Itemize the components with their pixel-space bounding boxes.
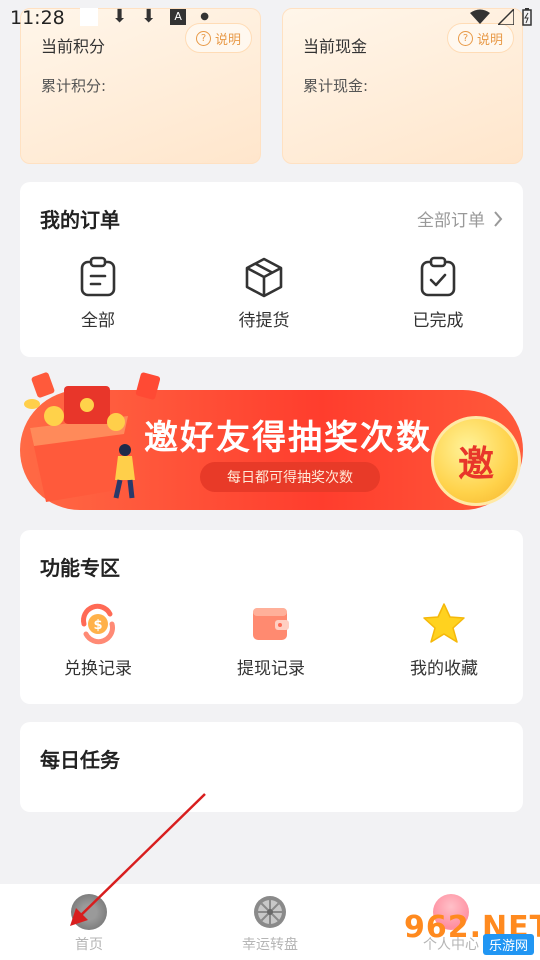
notification-square-icon [80,7,98,26]
status-system-icons [470,8,532,26]
dot-icon: ● [200,11,209,22]
points-title: 当前积分 [41,37,106,56]
wallet-icon [253,608,289,640]
battery-icon [522,8,532,26]
cash-accumulated: 累计现金: [303,77,369,95]
order-tab-pending-pickup[interactable]: 待提货 [204,256,324,331]
download-icon-2: ⬇ [141,6,157,27]
banner-subline: 每日都可得抽奖次数 [200,462,380,492]
all-orders-label: 全部订单 [417,211,485,231]
order-tab-completed-label: 已完成 [412,311,464,331]
tab-lucky-wheel-label: 幸运转盘 [242,937,298,953]
status-notification-icons: ⬇ ⬇ A ● [80,6,209,27]
coin-exchange-icon: $ [81,603,115,645]
star-icon [423,603,465,643]
orders-card: 我的订单 全部订单 全部 待提货 已完成 [20,182,523,357]
status-time: 11:28 [10,7,65,29]
tab-lucky-wheel[interactable]: 幸运转盘 [215,894,325,954]
daily-tasks-title: 每日任务 [40,748,120,772]
banner-headline: 邀好友得抽奖次数 [144,418,432,458]
all-orders-link[interactable]: 全部订单 [417,206,503,231]
feature-withdraw-records[interactable]: 提现记录 [211,602,331,679]
a-badge-icon: A [170,8,187,25]
daily-tasks-card[interactable]: 每日任务 [20,722,523,812]
feature-withdraw-label: 提现记录 [237,659,305,679]
feature-my-favorites[interactable]: 我的收藏 [384,602,504,679]
orders-title: 我的订单 [40,208,120,232]
feature-favorites-label: 我的收藏 [410,659,478,679]
chevron-right-icon [494,210,503,227]
site-watermark: 962.NET 乐游网 [404,910,540,955]
cash-title: 当前现金 [303,37,368,56]
clipboard-check-icon [420,256,456,297]
lucky-wheel-icon [254,896,286,928]
signal-icon [498,9,514,25]
order-tab-completed[interactable]: 已完成 [378,256,498,331]
svg-text:$: $ [93,618,102,633]
home-icon [71,894,107,930]
features-title: 功能专区 [40,556,120,580]
status-bar: 11:28 ⬇ ⬇ A ● [0,0,540,36]
package-box-icon [245,257,283,298]
tab-home[interactable]: 首页 [34,894,144,954]
download-icon: ⬇ [112,6,128,27]
points-accumulated: 累计积分: [41,77,107,95]
order-tab-pending-label: 待提货 [238,311,290,331]
clipboard-list-icon [80,256,116,297]
watermark-text: 乐游网 [482,934,534,955]
red-envelope-gift-illustration [24,372,160,502]
tab-home-label: 首页 [75,937,103,953]
feature-exchange-records[interactable]: $ 兑换记录 [38,602,158,679]
order-tab-all[interactable]: 全部 [38,256,158,331]
invite-friends-banner[interactable]: 邀好友得抽奖次数 每日都可得抽奖次数 邀 [20,368,523,513]
features-card: 功能专区 $ 兑换记录 提现记录 我的收藏 [20,530,523,704]
order-tab-all-label: 全部 [81,311,115,331]
wifi-icon [470,9,490,24]
invite-button[interactable]: 邀 [431,416,521,506]
feature-exchange-label: 兑换记录 [64,659,132,679]
